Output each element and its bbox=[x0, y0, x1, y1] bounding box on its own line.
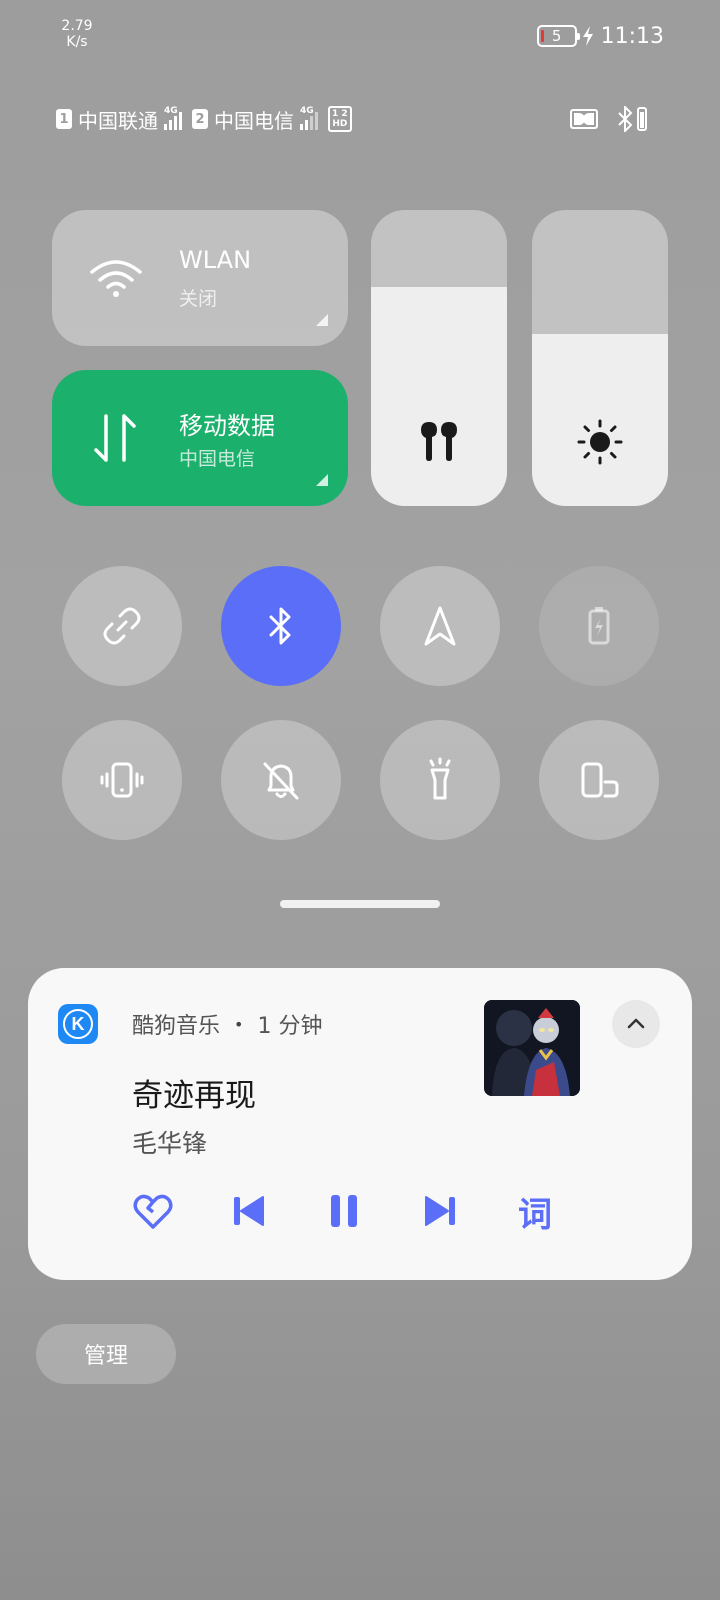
battery-saver-icon bbox=[588, 607, 610, 645]
mute-toggle[interactable] bbox=[221, 720, 341, 840]
carrier-1-name: 中国联通 bbox=[78, 108, 158, 133]
vibrate-icon bbox=[100, 762, 144, 798]
media-controls: 词 bbox=[128, 1186, 608, 1236]
bluetooth-battery-icon bbox=[618, 106, 647, 132]
vibrate-toggle[interactable] bbox=[62, 720, 182, 840]
skip-next-icon bbox=[425, 1196, 455, 1226]
dolby-icon bbox=[570, 109, 598, 129]
flashlight-toggle[interactable] bbox=[380, 720, 500, 840]
rotate-icon bbox=[581, 762, 619, 798]
link-toggle[interactable] bbox=[62, 566, 182, 686]
sim1-badge: 1 bbox=[56, 109, 72, 129]
network-speed-unit: K/s bbox=[66, 34, 88, 50]
hd-voice-badge: 1 2 HD bbox=[328, 106, 352, 132]
expand-corner-icon bbox=[316, 474, 328, 486]
pause-button[interactable] bbox=[319, 1186, 369, 1236]
network-speed-value: 2.79 bbox=[61, 18, 93, 34]
status-right: 5 11:13 bbox=[536, 22, 664, 50]
network-type-2: 4G bbox=[300, 106, 314, 116]
media-app-name: 酷狗音乐 bbox=[132, 1014, 221, 1039]
network-speed: 2.79 K/s bbox=[58, 18, 96, 50]
location-toggle[interactable] bbox=[380, 566, 500, 686]
earbuds-icon bbox=[421, 422, 457, 461]
mobile-data-tile[interactable]: 移动数据 中国电信 bbox=[52, 370, 348, 506]
mobile-data-status: 中国电信 bbox=[179, 448, 256, 470]
drag-handle[interactable] bbox=[280, 900, 440, 908]
bluetooth-toggle[interactable] bbox=[221, 566, 341, 686]
heart-icon bbox=[133, 1194, 173, 1229]
battery-saver-toggle[interactable] bbox=[539, 566, 659, 686]
volume-slider-fill bbox=[371, 286, 507, 506]
like-button[interactable] bbox=[128, 1186, 178, 1236]
media-time-ago: 1 分钟 bbox=[257, 1014, 323, 1039]
wlan-tile[interactable]: WLAN 关闭 bbox=[52, 210, 348, 346]
battery-indicator: 5 bbox=[536, 25, 580, 47]
volume-slider[interactable] bbox=[371, 210, 507, 506]
next-button[interactable] bbox=[415, 1186, 465, 1236]
artist-name: 毛华锋 bbox=[132, 1129, 208, 1158]
kugou-app-icon: K bbox=[58, 1004, 98, 1044]
hd-badge-line2: HD bbox=[332, 119, 348, 129]
collapse-button[interactable] bbox=[612, 1000, 660, 1048]
battery-level: 5 bbox=[551, 27, 562, 45]
skip-previous-icon bbox=[234, 1196, 264, 1226]
hd-badge-line1: 1 2 bbox=[332, 109, 348, 119]
bluetooth-icon bbox=[269, 607, 291, 645]
media-app-meta: 酷狗音乐 • 1 分钟 bbox=[132, 1008, 322, 1040]
meta-separator: • bbox=[234, 1014, 244, 1034]
bolt-icon bbox=[582, 26, 593, 46]
clock: 11:13 bbox=[600, 23, 664, 49]
location-arrow-icon bbox=[424, 606, 456, 646]
link-icon bbox=[103, 607, 141, 645]
manage-button[interactable]: 管理 bbox=[36, 1324, 176, 1384]
lyrics-button[interactable]: 词 bbox=[510, 1186, 560, 1236]
auto-rotate-toggle[interactable] bbox=[539, 720, 659, 840]
mobile-data-title: 移动数据 bbox=[179, 412, 275, 440]
carrier-row: 1 中国联通 4G 2 中国电信 4G 1 2 HD bbox=[56, 104, 352, 134]
brightness-slider[interactable] bbox=[532, 210, 668, 506]
album-cover[interactable] bbox=[484, 1000, 580, 1096]
wifi-icon bbox=[90, 260, 142, 297]
sun-icon bbox=[577, 419, 623, 465]
carrier-right-icons bbox=[570, 104, 648, 134]
network-type-1: 4G bbox=[164, 106, 178, 116]
bell-off-icon bbox=[263, 762, 299, 800]
carrier-2-name: 中国电信 bbox=[214, 108, 294, 133]
signal-icon: 4G bbox=[300, 106, 318, 130]
album-cover-art bbox=[484, 1000, 580, 1096]
pause-icon bbox=[331, 1195, 357, 1227]
chevron-up-icon bbox=[627, 1018, 645, 1029]
data-arrows-icon bbox=[94, 414, 136, 462]
wlan-title: WLAN bbox=[179, 246, 252, 274]
sim2-badge: 2 bbox=[192, 109, 208, 129]
media-notification-card[interactable]: K 酷狗音乐 • 1 分钟 奇迹再现 毛华锋 词 bbox=[28, 968, 692, 1280]
song-title: 奇迹再现 bbox=[132, 1078, 256, 1114]
previous-button[interactable] bbox=[224, 1186, 274, 1236]
flashlight-icon bbox=[429, 757, 451, 800]
wlan-status: 关闭 bbox=[179, 288, 218, 310]
signal-icon: 4G bbox=[164, 106, 182, 130]
expand-corner-icon bbox=[316, 314, 328, 326]
